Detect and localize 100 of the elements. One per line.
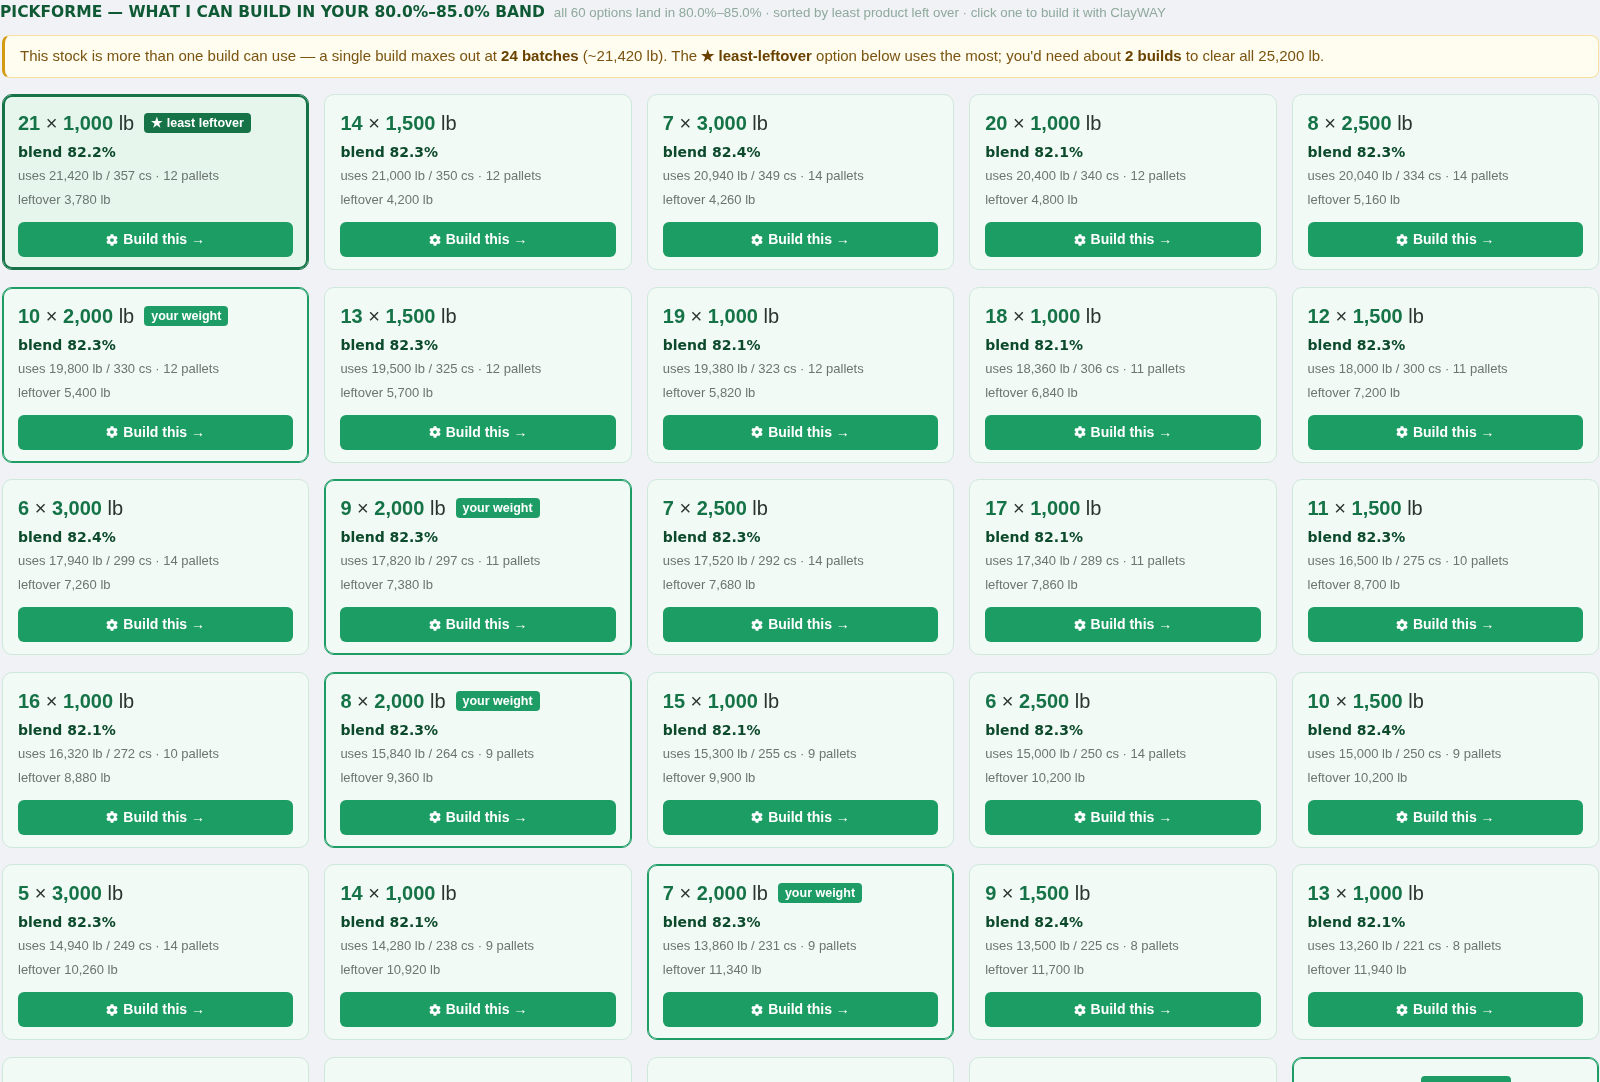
gear-icon: [751, 811, 764, 823]
build-button[interactable]: Build this →: [985, 799, 1261, 835]
card-title: 14 × 1,000 lb: [340, 881, 457, 906]
leftover-text: leftover 4,800 lb: [985, 191, 1078, 209]
blend-percent: blend 82.3%: [1307, 528, 1406, 546]
build-button[interactable]: Build this →: [662, 607, 939, 642]
gear-icon: [106, 618, 119, 631]
blend-percent: blend 82.3%: [1307, 335, 1406, 354]
card-badge: your weight: [455, 498, 540, 518]
gear-icon: [1395, 426, 1408, 438]
leftover-text: leftover 7,380 lb: [340, 576, 433, 594]
card-title: 10 × 1,500 lb: [1307, 688, 1424, 714]
card-title: 6 × 3,000 lb: [18, 496, 124, 521]
card-title: 7 × 2,500 lb: [662, 496, 768, 521]
card-badge: your weight: [777, 883, 863, 903]
build-button[interactable]: Build this →: [662, 799, 939, 835]
build-button[interactable]: Build this →: [1307, 992, 1583, 1027]
card-title: 10 × 2,000 lb: [18, 303, 135, 329]
gear-icon: [1395, 618, 1408, 631]
gear-icon: [106, 811, 119, 823]
build-button[interactable]: Build this →: [662, 992, 939, 1027]
leftover-text: leftover 10,260 lb: [18, 961, 118, 979]
gear-icon: [1073, 618, 1086, 631]
card-title: 9 × 1,500 lb: [985, 881, 1091, 906]
build-button[interactable]: Build this →: [1307, 414, 1583, 450]
usage-text: uses 21,000 lb / 350 cs · 12 pallets: [340, 167, 542, 185]
card-title: 15 × 1,000 lb: [662, 688, 780, 714]
usage-text: uses 17,940 lb / 299 cs · 14 pallets: [18, 552, 219, 570]
leftover-text: leftover 4,260 lb: [662, 191, 756, 209]
build-button[interactable]: Build this →: [18, 992, 294, 1027]
build-button[interactable]: Build this →: [662, 414, 939, 450]
usage-text: uses 13,860 lb / 231 cs · 9 pallets: [662, 937, 857, 955]
usage-text: uses 19,500 lb / 325 cs · 12 pallets: [340, 359, 542, 378]
blend-percent: blend 82.1%: [985, 528, 1083, 546]
leftover-text: leftover 9,900 lb: [662, 768, 756, 787]
blend-percent: blend 82.2%: [18, 143, 116, 161]
build-button[interactable]: Build this →: [18, 414, 294, 450]
blend-percent: blend 82.4%: [662, 143, 761, 161]
leftover-text: leftover 5,160 lb: [1307, 191, 1401, 209]
gear-icon: [751, 233, 764, 246]
usage-text: uses 18,000 lb / 300 cs · 11 pallets: [1307, 359, 1508, 378]
build-button[interactable]: Build this →: [985, 992, 1261, 1027]
gear-icon: [428, 426, 441, 438]
usage-text: uses 15,840 lb / 264 cs · 9 pallets: [340, 744, 535, 763]
leftover-text: leftover 7,860 lb: [985, 576, 1078, 594]
build-button[interactable]: Build this →: [340, 607, 616, 642]
gear-icon: [1073, 811, 1086, 823]
leftover-text: leftover 5,400 lb: [18, 383, 111, 402]
card-title: 12 × 1,500 lb: [1307, 303, 1424, 329]
gear-icon: [1073, 1003, 1086, 1016]
gear-icon: [428, 1003, 441, 1016]
leftover-text: leftover 8,700 lb: [1307, 576, 1401, 594]
leftover-text: leftover 4,200 lb: [340, 191, 433, 209]
build-button[interactable]: Build this →: [340, 222, 616, 257]
gear-icon: [106, 426, 119, 438]
usage-text: uses 15,000 lb / 250 cs · 9 pallets: [1307, 744, 1502, 763]
leftover-text: leftover 10,200 lb: [1307, 768, 1408, 787]
leftover-text: leftover 10,200 lb: [985, 768, 1085, 787]
build-button[interactable]: Build this →: [340, 414, 616, 450]
card-title: 11 × 1,500 lb: [1307, 496, 1423, 521]
blend-percent: blend 82.1%: [662, 335, 761, 354]
build-button[interactable]: Build this →: [18, 222, 294, 257]
build-button[interactable]: Build this →: [18, 799, 294, 835]
build-button[interactable]: Build this →: [18, 607, 294, 642]
card-title: 16 × 1,000 lb: [18, 688, 135, 714]
usage-text: uses 15,000 lb / 250 cs · 14 pallets: [985, 744, 1187, 763]
gear-icon: [751, 1003, 764, 1016]
build-button[interactable]: Build this →: [662, 222, 939, 257]
usage-text: uses 20,940 lb / 349 cs · 14 pallets: [662, 167, 864, 185]
blend-percent: blend 82.3%: [18, 913, 116, 931]
build-button[interactable]: Build this →: [985, 222, 1261, 257]
blend-percent: blend 82.3%: [1307, 143, 1406, 161]
build-button[interactable]: Build this →: [340, 992, 616, 1027]
build-button[interactable]: Build this →: [1307, 607, 1583, 642]
build-button[interactable]: Build this →: [985, 414, 1261, 450]
leftover-text: leftover 5,700 lb: [340, 383, 433, 402]
usage-text: uses 19,800 lb / 330 cs · 12 pallets: [18, 359, 219, 378]
gear-icon: [1073, 426, 1086, 438]
leftover-text: leftover 10,920 lb: [340, 961, 441, 979]
usage-text: uses 16,500 lb / 275 cs · 10 pallets: [1307, 552, 1509, 570]
blend-percent: blend 82.1%: [662, 720, 761, 739]
leftover-text: leftover 5,820 lb: [662, 383, 756, 402]
blend-percent: blend 82.1%: [1307, 913, 1406, 931]
card-title: 13 × 1,000 lb: [1307, 881, 1424, 906]
gear-icon: [106, 233, 119, 246]
usage-text: uses 20,400 lb / 340 cs · 12 pallets: [985, 167, 1187, 185]
build-button[interactable]: Build this →: [1307, 222, 1583, 257]
leftover-text: leftover 6,840 lb: [985, 383, 1078, 402]
build-button[interactable]: Build this →: [985, 607, 1261, 642]
blend-percent: blend 82.1%: [340, 913, 439, 931]
blend-percent: blend 82.4%: [1307, 720, 1406, 739]
build-button[interactable]: Build this →: [1307, 799, 1583, 835]
build-button[interactable]: Build this →: [340, 799, 616, 835]
gear-icon: [106, 1003, 119, 1016]
card-badge: your weight: [455, 690, 540, 711]
notice-text: This stock is more than one build can use — a single build maxes out at 24 batches (~21,420 lb). The ★ least-leftover option below uses the most; you'd need about 2 builds to clear all 25,200 lb.: [20, 46, 1325, 67]
card-title: 6 × 2,500 lb: [985, 688, 1091, 714]
blend-percent: blend 82.3%: [985, 720, 1083, 739]
gear-icon: [751, 618, 764, 631]
page-title: PICKFORME — WHAT I CAN BUILD IN YOUR 80.0%–85.0% BAND: [0, 2, 545, 23]
